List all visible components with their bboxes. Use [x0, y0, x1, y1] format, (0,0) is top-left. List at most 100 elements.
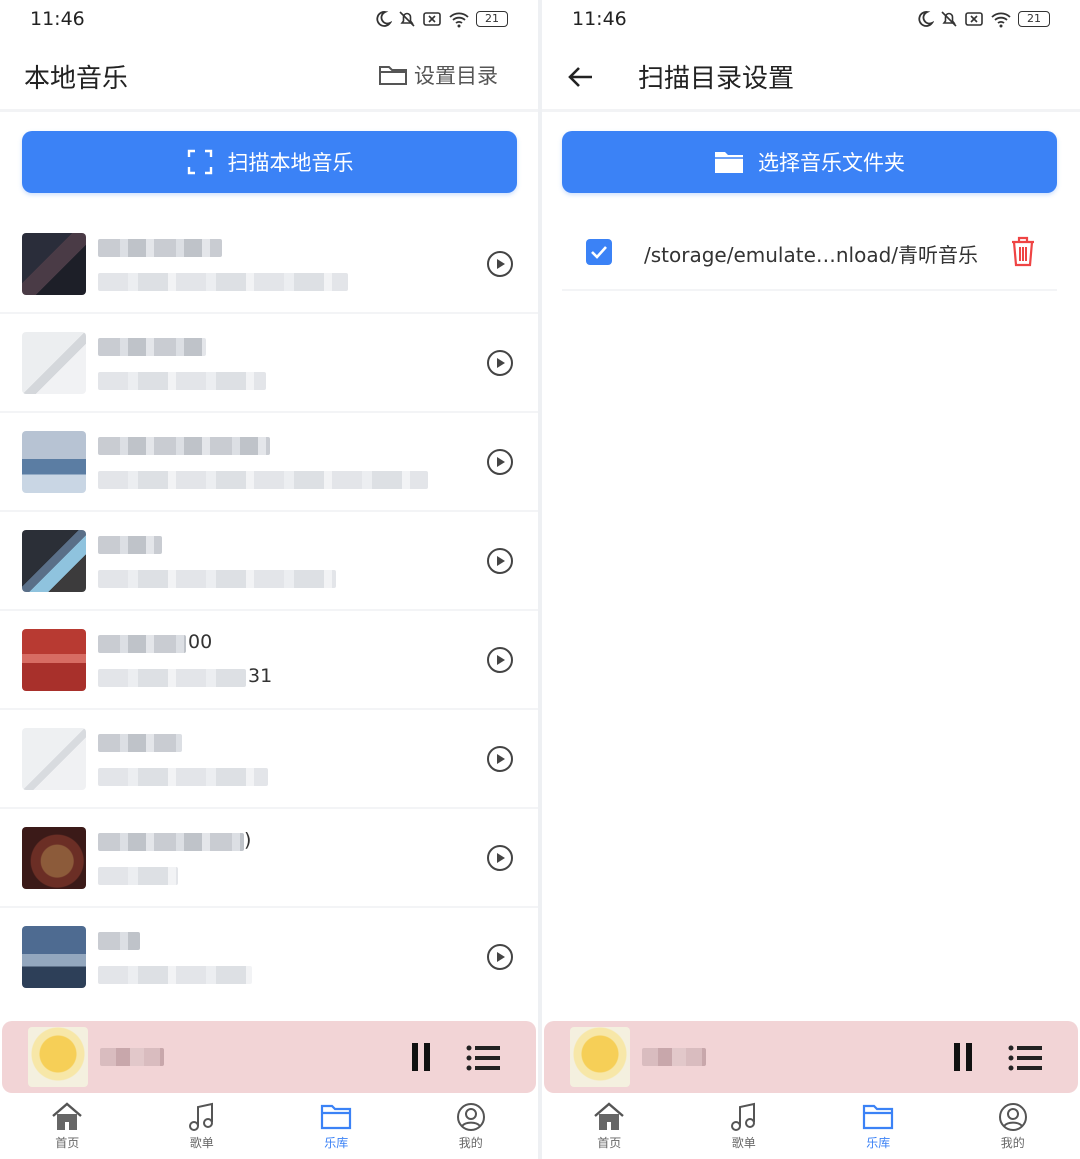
battery-icon: 21 [476, 11, 508, 27]
play-circle-icon[interactable] [486, 250, 514, 278]
album-cover [22, 926, 86, 988]
bottom-tab-bar: 首页 歌单 乐库 我的 [0, 1096, 538, 1159]
folder-checkbox[interactable] [586, 239, 612, 265]
status-icons: 21 [916, 8, 1050, 30]
mini-player[interactable] [544, 1021, 1078, 1093]
mute-bell-icon [941, 11, 957, 27]
tab-playlist[interactable]: 歌单 [677, 1096, 812, 1159]
playlist-queue-icon[interactable] [1008, 1045, 1042, 1071]
app-bar: 扫描目录设置 [542, 40, 1080, 112]
tab-home[interactable]: 首页 [0, 1096, 135, 1159]
album-cover [22, 629, 86, 691]
song-item[interactable] [0, 908, 538, 1007]
user-icon [998, 1103, 1027, 1131]
pause-icon[interactable] [952, 1043, 974, 1071]
tab-library[interactable]: 乐库 [269, 1096, 404, 1159]
play-circle-icon[interactable] [486, 745, 514, 773]
scan-settings-screen: 11:46 21 扫描目录设置 选择音乐文件夹 /storage/emulate… [542, 0, 1080, 1159]
status-time: 11:46 [30, 8, 85, 30]
battery-level: 21 [485, 12, 499, 25]
tab-home[interactable]: 首页 [542, 1096, 677, 1159]
song-item[interactable] [0, 215, 538, 314]
play-circle-icon[interactable] [486, 349, 514, 377]
no-sim-icon [965, 12, 983, 26]
now-playing-cover [28, 1027, 88, 1087]
tab-playlist[interactable]: 歌单 [135, 1096, 270, 1159]
set-directory-label: 设置目录 [414, 64, 498, 88]
select-folder-label: 选择音乐文件夹 [758, 151, 905, 175]
scan-local-music-button[interactable]: 扫描本地音乐 [22, 131, 517, 193]
folder-list-item: /storage/emulate…nload/青听音乐 [562, 215, 1057, 291]
song-artist-blurred [98, 471, 428, 489]
song-title-blurred [98, 239, 222, 257]
song-title-blurred [98, 338, 206, 356]
album-cover [22, 530, 86, 592]
song-item[interactable] [0, 710, 538, 809]
set-directory-button[interactable]: 设置目录 [378, 60, 498, 90]
scan-button-label: 扫描本地音乐 [227, 151, 354, 175]
wifi-icon [449, 12, 469, 28]
song-item[interactable]: ) [0, 809, 538, 908]
tab-label: 歌单 [189, 1136, 214, 1150]
song-item[interactable] [0, 413, 538, 512]
song-title-blurred [98, 437, 270, 455]
play-circle-icon[interactable] [486, 448, 514, 476]
album-cover [22, 233, 86, 295]
no-sim-icon [423, 12, 441, 26]
folder-outline-icon [379, 66, 407, 85]
page-title: 扫描目录设置 [638, 64, 795, 94]
mute-bell-icon [399, 11, 415, 27]
song-artist-blurred [98, 966, 252, 984]
play-circle-icon[interactable] [486, 547, 514, 575]
song-item[interactable] [0, 512, 538, 611]
song-item[interactable] [0, 314, 538, 413]
tab-label: 乐库 [324, 1136, 349, 1150]
status-time: 11:46 [572, 8, 627, 30]
tab-label: 我的 [458, 1136, 483, 1150]
song-item[interactable]: 00 31 [0, 611, 538, 710]
select-music-folder-button[interactable]: 选择音乐文件夹 [562, 131, 1057, 193]
local-music-screen: 11:46 21 本地音乐 设置目录 扫描本地音乐 00 31) 首页 歌单 … [0, 0, 538, 1159]
tab-label: 首页 [55, 1136, 80, 1150]
pause-icon[interactable] [410, 1043, 432, 1071]
battery-level: 21 [1027, 12, 1041, 25]
tab-library[interactable]: 乐库 [811, 1096, 946, 1159]
now-playing-title-blurred [100, 1048, 164, 1066]
music-note-icon [730, 1102, 755, 1131]
home-icon [594, 1102, 625, 1130]
folder-icon [321, 1104, 352, 1130]
now-playing-title-blurred [642, 1048, 706, 1066]
music-note-icon [188, 1102, 213, 1131]
folder-icon [863, 1104, 894, 1130]
moon-icon [376, 11, 392, 27]
playlist-queue-icon[interactable] [466, 1045, 500, 1071]
song-title-blurred [98, 734, 182, 752]
tab-mine[interactable]: 我的 [404, 1096, 539, 1159]
check-icon [591, 246, 607, 259]
song-artist-blurred [98, 669, 246, 687]
status-bar: 11:46 21 [542, 0, 1080, 40]
tab-label: 歌单 [731, 1136, 756, 1150]
song-title-blurred [98, 635, 186, 653]
page-title: 本地音乐 [24, 64, 129, 94]
bottom-tab-bar: 首页 歌单 乐库 我的 [542, 1096, 1080, 1159]
play-circle-icon[interactable] [486, 646, 514, 674]
wifi-icon [991, 12, 1011, 28]
folder-filled-icon [715, 152, 743, 173]
mini-player[interactable] [2, 1021, 536, 1093]
back-arrow-icon[interactable] [566, 62, 596, 92]
album-cover [22, 332, 86, 394]
tab-mine[interactable]: 我的 [946, 1096, 1080, 1159]
folder-path: /storage/emulate…nload/青听音乐 [644, 243, 979, 267]
song-title-blurred [98, 536, 162, 554]
app-bar: 本地音乐 设置目录 [0, 40, 538, 112]
play-circle-icon[interactable] [486, 844, 514, 872]
album-cover [22, 728, 86, 790]
trash-icon[interactable] [1009, 235, 1037, 267]
home-icon [52, 1102, 83, 1130]
song-artist-blurred [98, 768, 268, 786]
album-cover [22, 827, 86, 889]
song-artist-tail: 31 [248, 665, 273, 687]
play-circle-icon[interactable] [486, 943, 514, 971]
song-list: 00 31 ) [0, 215, 538, 1007]
